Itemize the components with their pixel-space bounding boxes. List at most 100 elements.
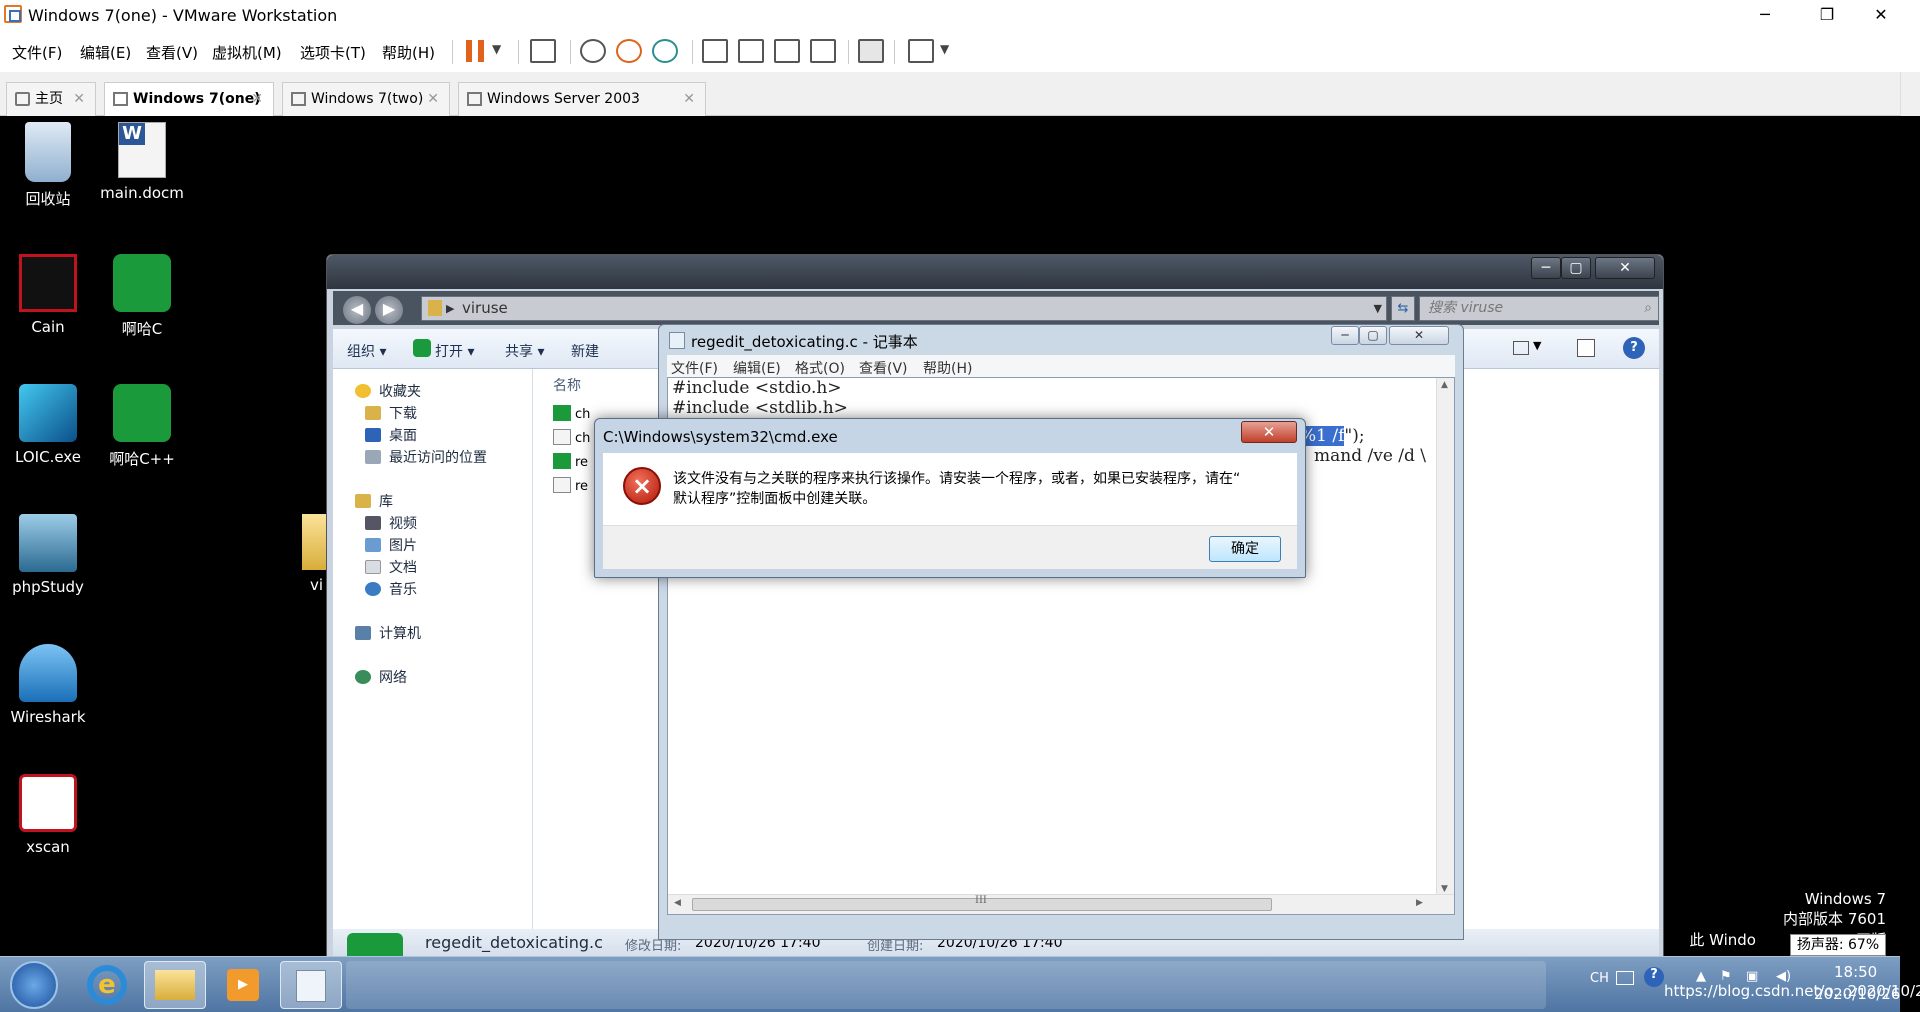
notepad-menu-file[interactable]: 文件(F) <box>671 358 718 378</box>
tab-close-icon[interactable]: ✕ <box>427 83 439 115</box>
start-button[interactable] <box>10 961 58 1009</box>
snapshot-manager-icon[interactable] <box>652 39 678 63</box>
scroll-down-icon[interactable]: ▼ <box>1441 884 1448 894</box>
explorer-minimize-button[interactable]: ─ <box>1531 257 1561 279</box>
desktop-icon-xscan[interactable]: xscan <box>0 774 98 856</box>
close-button[interactable]: ✕ <box>1858 0 1904 30</box>
notepad-taskbar-icon[interactable] <box>280 961 342 1009</box>
nav-pictures[interactable]: 图片 <box>365 535 417 555</box>
view-options-icon[interactable] <box>1513 341 1529 355</box>
tab-windows7-two[interactable]: Windows 7(two) ✕ <box>282 82 450 116</box>
desktop-icon-wireshark[interactable]: Wireshark <box>0 644 98 726</box>
thumbnail-view-icon[interactable] <box>738 39 764 63</box>
file-row[interactable]: re <box>553 477 588 494</box>
forward-icon[interactable]: ▶ <box>375 296 403 324</box>
tab-windows7-one[interactable]: Windows 7(one) ✕ <box>104 82 274 116</box>
ok-button[interactable]: 确定 <box>1209 536 1281 562</box>
scroll-right-icon[interactable]: ▶ <box>1416 898 1423 908</box>
view-dropdown-icon[interactable]: ▼ <box>1533 339 1541 352</box>
tab-close-icon[interactable]: ✕ <box>73 83 85 115</box>
notepad-menu-format[interactable]: 格式(O) <box>795 358 845 378</box>
file-row[interactable]: ch <box>553 405 590 422</box>
minimize-button[interactable]: ─ <box>1742 0 1788 30</box>
back-icon[interactable]: ◀ <box>343 296 371 324</box>
nav-network[interactable]: 网络 <box>355 667 407 687</box>
media-player-icon[interactable]: ▶ <box>212 961 274 1009</box>
notepad-horizontal-scrollbar[interactable]: ◀ III ▶ <box>668 894 1454 914</box>
notepad-vertical-scrollbar[interactable]: ▲ ▼ <box>1436 378 1454 896</box>
desktop-icon-phpstudy[interactable]: phpStudy <box>0 514 98 596</box>
explorer-maximize-button[interactable]: ▢ <box>1561 257 1591 279</box>
menu-tabs[interactable]: 选项卡(T) <box>300 42 366 63</box>
tab-windows-server-2003[interactable]: Windows Server 2003 Standard... ✕ <box>458 82 706 139</box>
desktop-icon-recycle-bin[interactable]: 回收站 <box>0 122 98 209</box>
menu-vm[interactable]: 虚拟机(M) <box>212 42 282 63</box>
menu-file[interactable]: 文件(F) <box>12 42 62 63</box>
new-button[interactable]: 新建 <box>571 341 599 361</box>
search-icon[interactable]: ⌕ <box>1644 297 1652 320</box>
tab-home[interactable]: 主页 ✕ <box>6 82 96 116</box>
nav-documents[interactable]: 文档 <box>365 557 417 577</box>
help-tray-icon[interactable]: ? <box>1644 967 1664 987</box>
restore-button[interactable]: ❐ <box>1804 0 1850 30</box>
menu-help[interactable]: 帮助(H) <box>382 42 435 63</box>
tab-close-icon[interactable]: ✕ <box>683 83 695 115</box>
sidebar-view-icon[interactable] <box>702 39 728 63</box>
error-dialog[interactable]: C:\Windows\system32\cmd.exe ✕ × 该文件没有与之关… <box>594 418 1306 578</box>
organize-button[interactable]: 组织 ▾ <box>347 341 386 361</box>
notepad-menu-view[interactable]: 查看(V) <box>859 358 908 378</box>
scroll-thumb[interactable]: III <box>692 895 1272 911</box>
nav-downloads[interactable]: 下载 <box>365 403 417 423</box>
refresh-icon[interactable]: ⇆ <box>1391 296 1415 321</box>
tab-close-icon[interactable]: ✕ <box>251 83 263 115</box>
notepad-menu-help[interactable]: 帮助(H) <box>923 358 972 378</box>
notepad-menu-edit[interactable]: 编辑(E) <box>733 358 781 378</box>
clock-time[interactable]: 18:50 <box>1834 963 1877 981</box>
pause-dropdown-icon[interactable]: ▼ <box>492 42 501 56</box>
scroll-left-icon[interactable]: ◀ <box>674 898 681 908</box>
file-row[interactable]: re <box>553 453 588 470</box>
desktop-icon-cain[interactable]: Cain <box>0 254 98 336</box>
nav-videos[interactable]: 视频 <box>365 513 417 533</box>
notepad-maximize-button[interactable]: ▢ <box>1359 326 1387 345</box>
stretch-view-icon[interactable] <box>908 39 934 63</box>
desktop-icon-loic[interactable]: LOIC.exe <box>0 384 98 466</box>
notepad-window[interactable]: regedit_detoxicating.c - 记事本 ─ ▢ ✕ 文件(F)… <box>658 324 1464 940</box>
nav-libraries[interactable]: 库 <box>355 491 393 511</box>
scroll-up-icon[interactable]: ▲ <box>1441 380 1448 390</box>
ime-indicator[interactable]: CH <box>1590 971 1609 986</box>
address-input[interactable]: ▶ viruse ▼ <box>421 296 1387 321</box>
nav-computer[interactable]: 计算机 <box>355 623 421 643</box>
menu-view[interactable]: 查看(V) <box>146 42 198 63</box>
send-ctrl-alt-del-icon[interactable] <box>530 39 556 63</box>
dialog-close-button[interactable]: ✕ <box>1241 421 1297 443</box>
pause-icon[interactable] <box>466 40 486 62</box>
explorer-taskbar-icon[interactable] <box>144 961 206 1009</box>
column-header-name[interactable]: 名称 <box>553 375 581 395</box>
fullscreen-icon[interactable] <box>774 39 800 63</box>
preview-pane-icon[interactable] <box>1577 339 1595 357</box>
address-dropdown-icon[interactable]: ▼ <box>1374 297 1382 320</box>
unity-icon[interactable] <box>810 39 836 63</box>
revert-snapshot-icon[interactable] <box>616 39 642 63</box>
file-row[interactable]: ch <box>553 429 590 446</box>
nav-music[interactable]: 音乐 <box>365 579 417 599</box>
desktop-icon-main-docm[interactable]: W main.docm <box>92 122 192 202</box>
desktop-icon-folder[interactable]: vi <box>296 514 326 594</box>
nav-recent[interactable]: 最近访问的位置 <box>365 447 487 467</box>
explorer-close-button[interactable]: ✕ <box>1595 257 1655 279</box>
notepad-minimize-button[interactable]: ─ <box>1331 326 1359 345</box>
search-input[interactable]: 搜索 viruse ⌕ <box>1419 296 1659 321</box>
desktop-icon-ahacpp[interactable]: 啊哈C++ <box>92 384 192 469</box>
share-button[interactable]: 共享 ▾ <box>505 341 544 361</box>
internet-explorer-icon[interactable]: e <box>76 961 138 1009</box>
snapshot-icon[interactable] <box>580 39 606 63</box>
stretch-dropdown-icon[interactable]: ▼ <box>940 42 949 56</box>
open-button[interactable]: 打开 ▾ <box>435 341 474 361</box>
nav-desktop[interactable]: 桌面 <box>365 425 417 445</box>
keyboard-icon[interactable] <box>1616 971 1634 985</box>
desktop-icon-ahac[interactable]: 啊哈C <box>92 254 192 339</box>
notepad-close-button[interactable]: ✕ <box>1389 326 1449 345</box>
menu-edit[interactable]: 编辑(E) <box>80 42 131 63</box>
nav-favorites[interactable]: 收藏夹 <box>355 381 421 401</box>
